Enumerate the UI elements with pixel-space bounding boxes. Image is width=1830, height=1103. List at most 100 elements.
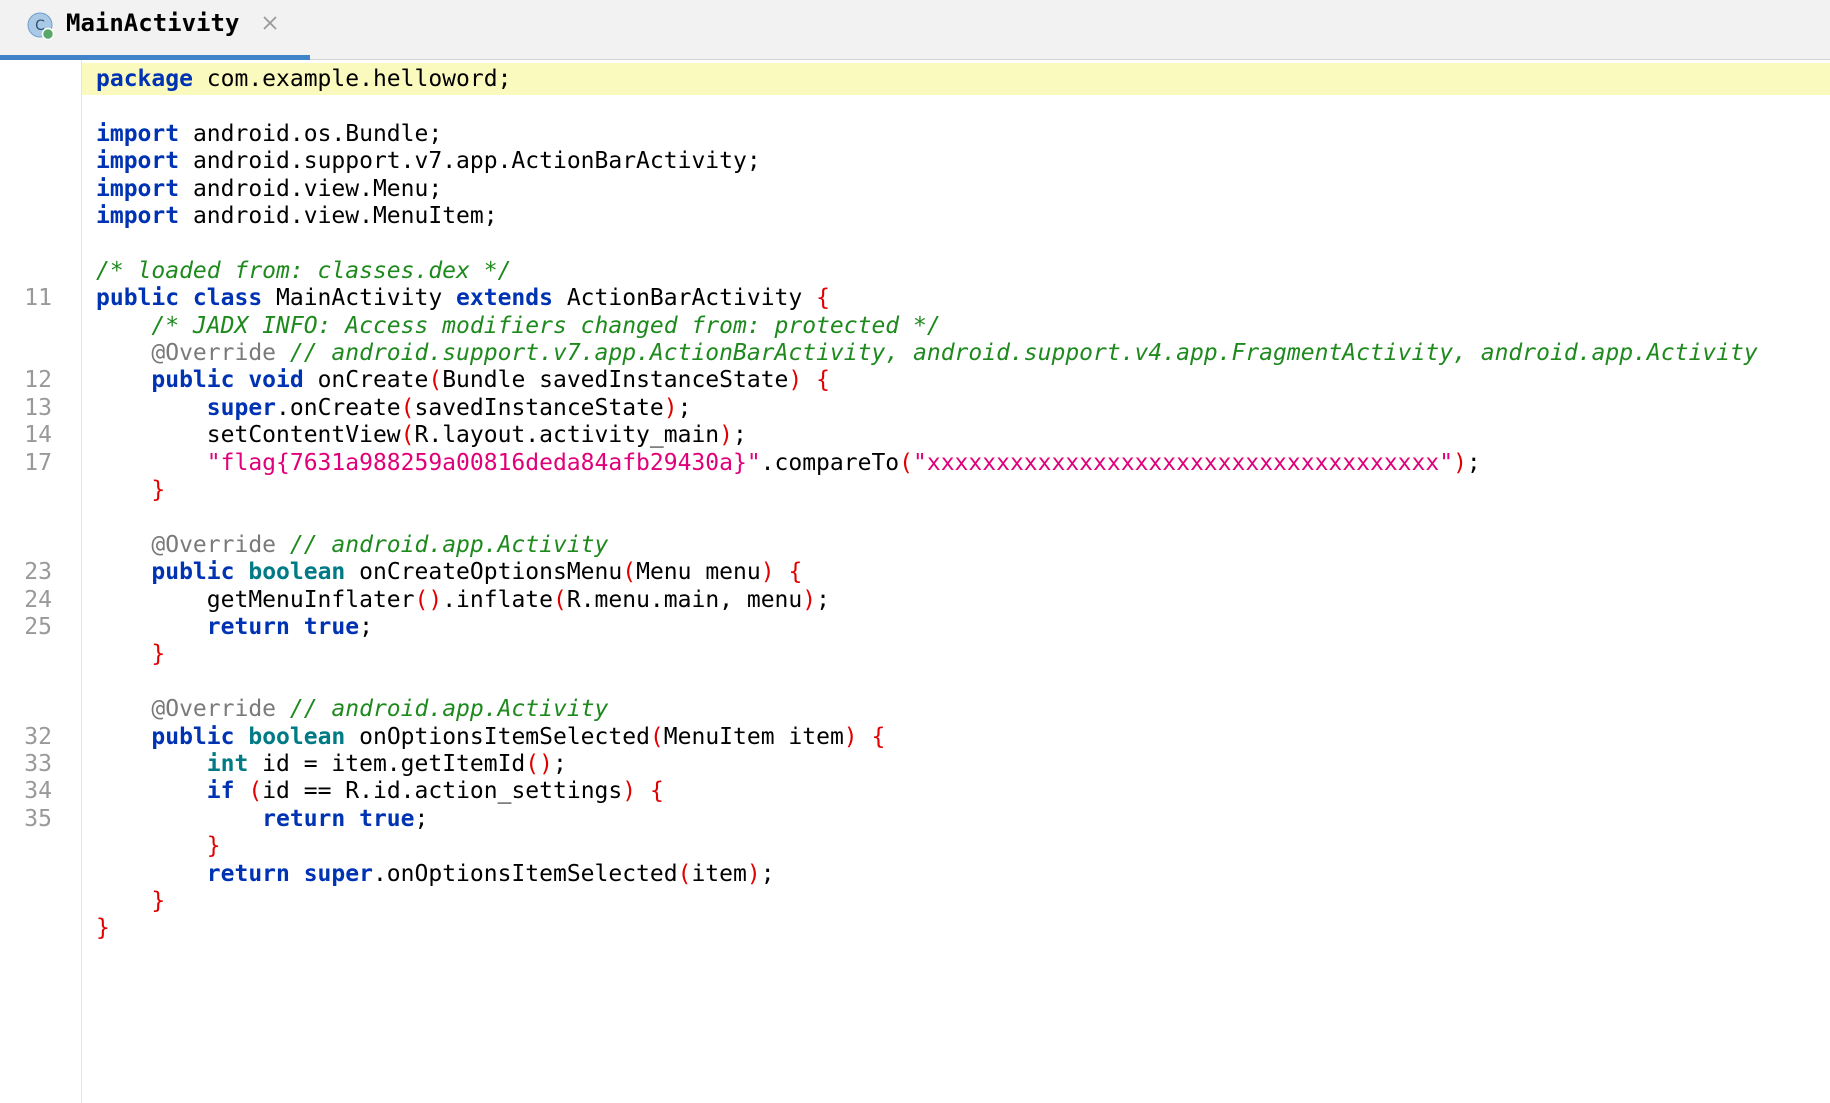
bracket: ( [428,367,443,394]
bracket: } [206,833,221,860]
keyword: extends [456,285,553,312]
bracket: ) [746,860,761,887]
bracket: } [151,477,166,503]
bracket: ( [248,778,263,805]
close-icon[interactable] [259,12,281,34]
comment: // android.app.Activity [289,531,609,558]
keyword: return super [206,860,373,887]
bracket: ( [552,586,567,613]
code-text: android.support.v7.app.ActionBarActivity… [179,148,761,175]
bracket: ( [677,860,692,887]
type-keyword: int [206,751,249,777]
bracket: ( [400,422,415,449]
code-text: MainActivity [262,285,457,312]
code-line[interactable]: package com.example.helloword; [96,63,511,95]
string-literal: "flag{7631a988259a00816deda84afb29430a}" [206,449,761,476]
annotation: @Override [151,340,277,366]
bracket: ) [1453,449,1467,476]
code-text: ; [552,751,567,777]
code-text: android.os.Bundle; [179,120,443,147]
code-line[interactable]: return super.onOptionsItemSelected(item)… [96,858,775,890]
keyword: import [96,148,180,175]
code-text: .onOptionsItemSelected [372,860,678,887]
comment: /* JADX INFO: Access modifiers changed f… [151,312,941,339]
line-number [0,912,52,944]
bracket: { [871,723,886,750]
line-number-gutter: 11 12 13 14 17 23 24 25 32 33 34 35 [0,60,82,1103]
keyword: public [151,559,235,586]
bracket: ) [802,586,817,613]
keyword: super [206,394,277,421]
code-text: id == R.id.action_settings [262,778,623,805]
code-text: .inflate [442,586,553,613]
code-line[interactable]: import android.view.MenuItem; [96,200,498,232]
code-text: Bundle savedInstanceState [442,367,789,394]
keyword: package [96,66,193,92]
bracket: ) [622,778,637,805]
editor-tab-bar: C MainActivity [0,0,1830,60]
keyword: public void [151,367,304,394]
bracket: ) [760,559,775,586]
comment: // android.support.v7.app.ActionBarActiv… [289,340,1758,366]
code-text: ; [414,805,429,832]
bracket: ( [899,449,914,476]
annotation: @Override [151,696,277,723]
code-text: R.layout.activity_main [414,422,720,449]
code-text: .onCreate [276,394,401,421]
code-area[interactable]: package com.example.helloword; import and… [82,60,1830,1103]
string-literal: "xxxxxxxxxxxxxxxxxxxxxxxxxxxxxxxxxxxxx" [913,449,1454,476]
keyword: return true [206,614,360,640]
bracket: ) [663,394,678,421]
code-text: ; [677,394,692,421]
code-line[interactable]: "flag{7631a988259a00816deda84afb29430a}"… [96,447,1481,479]
code-text: id = item.getItemId [248,751,526,777]
code-text: ; [760,860,775,887]
bracket: ( [622,559,637,586]
bracket: ) [843,723,858,750]
code-text: onOptionsItemSelected [345,723,650,750]
code-editor[interactable]: 11 12 13 14 17 23 24 25 32 33 34 35 package com.exa… [0,60,1830,1103]
bracket: ( [400,394,415,421]
code-text: getMenuInflater [96,586,415,613]
code-text: ; [816,586,830,613]
code-text: android.view.Menu; [179,175,443,202]
bracket: { [816,367,830,394]
code-line[interactable]: } [96,638,165,670]
bracket: { [649,778,664,805]
code-text: com.example.helloword; [192,66,512,92]
keyword: if [206,778,235,805]
type-keyword: boolean [248,723,346,750]
code-line[interactable]: } [96,474,165,506]
code-text: item [691,860,747,887]
bracket: ) [719,422,733,449]
code-line[interactable]: } [96,912,110,944]
class-icon: C [27,12,55,40]
code-text: savedInstanceState [414,394,664,421]
code-text: MenuItem item [663,723,844,750]
code-text: ; [1466,449,1481,476]
tab-main-activity[interactable]: C MainActivity [0,0,310,60]
bracket: { [816,285,830,312]
code-text: onCreate [303,367,429,394]
bracket: } [96,915,110,942]
code-text: .compareTo [760,449,900,476]
keyword: public class [96,285,263,312]
